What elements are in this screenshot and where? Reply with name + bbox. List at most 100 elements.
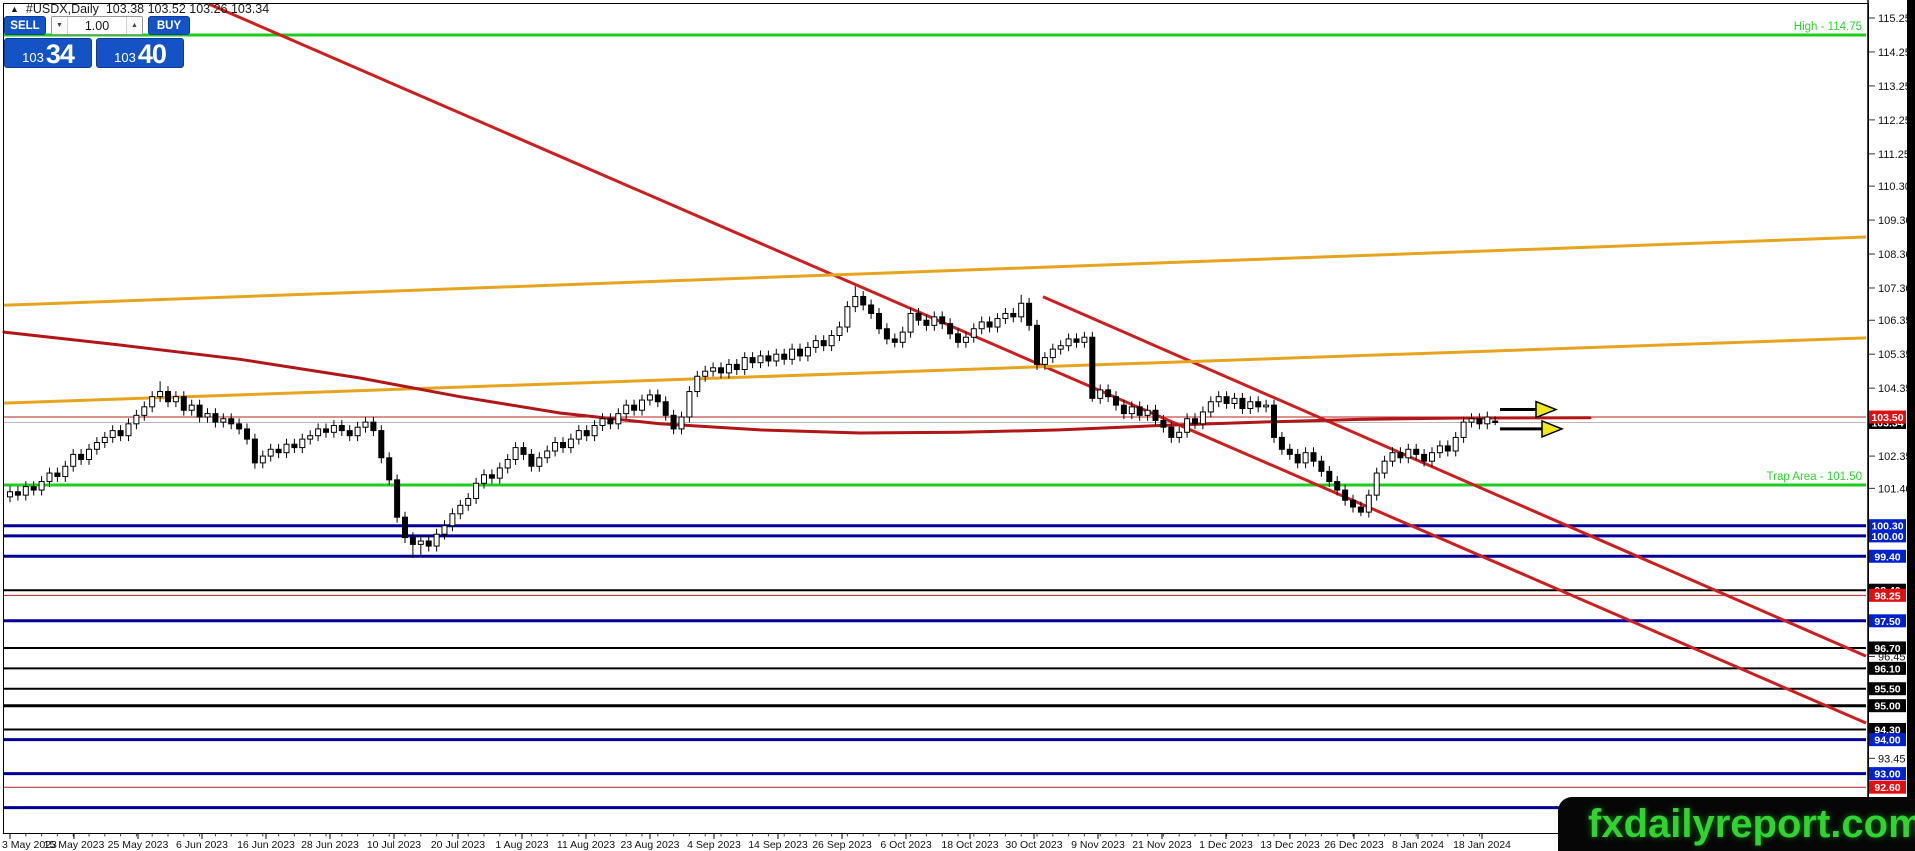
channel-upper-line[interactable] [1042,295,1867,658]
right-arrow-icon-1[interactable] [1535,400,1559,419]
level-label: High - 114.75 [1794,21,1862,33]
date-label: 11 Aug 2023 [557,839,615,851]
time-axis[interactable]: 3 May 202315 May 2023 25 May 2023 6 Jun 20… [2,833,1511,851]
date-label: 20 Jul 2023 [431,839,485,851]
orange-lower-trendline[interactable] [3,336,1867,405]
candle-body [330,425,337,433]
date-label: 1 Dec 2023 [1199,839,1253,851]
candle-body [1081,336,1088,343]
price-tick-label: 113.25 [1878,81,1911,93]
candle-body [188,404,195,411]
candle-body [244,428,250,440]
candle-body [765,355,772,362]
buy-price-small: 103 [114,50,136,65]
candle-body [994,318,1001,328]
right-arrow-icon-2[interactable] [1541,419,1565,439]
candle-body [591,425,598,437]
sell-price-box[interactable]: 103 34 [4,38,92,68]
watermark-text: fxdailyreport.com [1588,802,1915,846]
price-tick-label: 114.25 [1878,47,1911,59]
candle-body [196,404,203,418]
candle-body [1286,448,1293,455]
candle-body [291,443,298,449]
candle-body [157,391,164,398]
candle-body [899,331,906,343]
candle-body [797,348,803,357]
level-label: Trap Area - 101.50 [1767,471,1862,483]
candle-body [149,396,156,408]
candle-body [354,426,361,437]
candle-body [725,363,732,374]
sell-button[interactable]: SELL [4,16,46,35]
candle-body [220,418,227,423]
candle-body [931,316,938,326]
candle-body [1136,406,1143,416]
candle-body [30,486,37,491]
buy-button[interactable]: BUY [148,16,190,35]
date-label: 26 Sep 2023 [812,839,872,851]
price-chip-label: 99.40 [1874,551,1900,563]
date-label: 16 Jun 2023 [237,839,295,851]
price-chip-label: 103.50 [1871,412,1903,424]
candle-body [93,442,100,450]
price-chip-label: 95.00 [1874,701,1900,713]
volume-stepper: ▼ ▲ [51,16,143,35]
candle-body [409,537,416,545]
price-chart[interactable]: High - 114.75 Trap Area - 101.50 115.25 114… [0,0,1915,851]
candle-body [694,375,701,393]
candle-body [402,516,408,539]
candle-body [1049,348,1056,359]
candle-body [718,367,724,374]
price-axis[interactable]: 115.25114.25113.25112.25111.25110.30109.… [1869,13,1912,794]
chart-header: ▲ #USDX,Daily 103.38 103.52 103.26 103.3… [10,2,269,16]
buy-price-box[interactable]: 103 40 [96,38,184,68]
price-chip-label: 98.25 [1874,590,1900,602]
date-label: 14 Sep 2023 [748,839,808,851]
price-chip-label: 93.00 [1874,769,1900,781]
candle-body [876,312,882,330]
candle-body [702,370,709,377]
candle-body [212,413,219,423]
price-chip-label: 94.00 [1874,735,1900,747]
collapse-quote-panel-icon[interactable]: ▲ [10,3,19,15]
candle-body [623,404,630,415]
candle-body [22,486,29,496]
date-label: 15 May 2023 [44,839,105,851]
trendlines [3,2,1867,725]
volume-decrease-icon[interactable]: ▼ [52,17,68,34]
candle-body [1105,389,1112,398]
price-chip-label: 96.10 [1874,663,1900,675]
candle-body [883,328,890,340]
candle-body [536,457,543,467]
ohlc-quote: 103.38 103.52 103.26 103.34 [105,2,270,16]
candle-body [1192,418,1198,425]
candle-body [654,394,661,403]
candle-body [804,346,811,357]
volume-input[interactable] [68,17,126,34]
candle-body [488,474,495,479]
candle-body [1160,419,1167,428]
candle-body [970,328,977,338]
candle-body [662,401,669,416]
candle-body [1484,416,1491,425]
volume-increase-icon[interactable]: ▲ [126,17,142,34]
orange-upper-trendline[interactable] [3,235,1867,307]
candle-body [860,295,867,306]
candle-body [962,336,969,343]
candle-body [441,525,448,535]
candle-body [607,418,614,425]
candle-body [1389,452,1396,462]
candle-body [1231,397,1238,404]
moving-average-line[interactable] [2,330,1592,435]
candle-body [346,430,353,437]
candle-body [1405,448,1412,459]
candle-body [299,438,306,449]
candle-body [1476,418,1483,425]
candle-body [70,453,77,467]
candle-body [1318,460,1325,472]
candle-body [1492,420,1499,423]
candle-body [228,418,235,425]
candle-body [109,430,116,438]
candle-body [267,448,274,457]
candle-body [433,533,440,547]
